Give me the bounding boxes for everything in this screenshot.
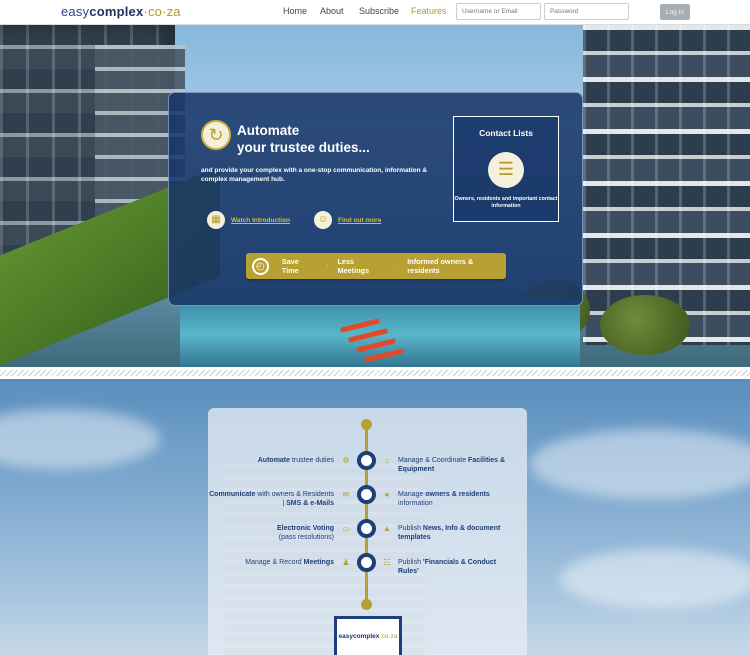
benefit-less-meetings: Less Meetings bbox=[337, 257, 370, 275]
contact-lists-desc: Owners, residents and important contact … bbox=[454, 196, 558, 209]
hero-title-line2: your trustee duties... bbox=[237, 140, 370, 155]
badge-brand: easycomplex bbox=[338, 633, 380, 640]
timeline-node bbox=[357, 451, 376, 470]
feature-automate: Automate trustee duties bbox=[257, 457, 334, 464]
password-input[interactable] bbox=[544, 3, 629, 20]
timeline-node bbox=[357, 553, 376, 572]
feature-owners-info: Manage owners & residents information bbox=[398, 491, 490, 507]
nav-subscribe[interactable]: Subscribe bbox=[359, 6, 399, 16]
hero-subtitle: and provide your complex with a one-stop… bbox=[201, 167, 428, 183]
document-icon: ☷ bbox=[383, 558, 391, 567]
megaphone-icon: ▲ bbox=[383, 524, 391, 533]
mail-icon: ✉ bbox=[342, 490, 350, 499]
person-icon: ☺ bbox=[314, 211, 332, 229]
location-pin-icon: ● bbox=[384, 490, 390, 499]
clock-icon: ◴ bbox=[252, 257, 269, 275]
refresh-icon: ↻ bbox=[201, 120, 231, 150]
brand-badge: easycomplex·co·za bbox=[334, 616, 402, 655]
hero-title: Automate your trustee duties... bbox=[237, 122, 370, 156]
benefit-save-time: Save Time bbox=[281, 257, 299, 275]
contact-lists-card[interactable]: Contact Lists ☰ Owners, residents and im… bbox=[453, 116, 559, 222]
timeline-node bbox=[357, 519, 376, 538]
features-timeline-panel: Automate trustee duties ⚙ Communicate wi… bbox=[208, 408, 527, 655]
feature-news: Publish News, Info & document templates bbox=[398, 525, 501, 541]
badge-suffix: ·co·za bbox=[379, 633, 398, 640]
feature-facilities: Manage & Coordinate Facilities & Equipme… bbox=[398, 457, 506, 473]
login-button[interactable]: Log In bbox=[660, 4, 690, 20]
cloud bbox=[560, 549, 750, 609]
feature-meetings: Manage & Record Meetings bbox=[245, 559, 334, 566]
nav-features[interactable]: Features bbox=[411, 6, 447, 16]
cloud bbox=[530, 429, 750, 499]
gear-icon: ⚙ bbox=[342, 456, 350, 465]
feature-financials: Publish 'Financials & Conduct Rules' bbox=[398, 559, 497, 575]
watch-introduction-label: Watch Introduction bbox=[231, 216, 290, 224]
home-icon: ⌂ bbox=[384, 456, 390, 465]
people-icon: ♟ bbox=[342, 558, 350, 567]
benefits-bar: ◴ Save Time · Less Meetings · Informed o… bbox=[246, 253, 506, 279]
nav-home[interactable]: Home bbox=[283, 6, 307, 16]
find-out-more-label: Find out more bbox=[338, 216, 382, 224]
laptop-icon: ▭ bbox=[342, 524, 350, 533]
timeline-node bbox=[357, 485, 376, 504]
hero-section: ↻ Automate your trustee duties... and pr… bbox=[0, 25, 750, 367]
logo-part-easy: easy bbox=[61, 4, 90, 19]
hero-tree bbox=[600, 295, 690, 355]
site-logo[interactable]: easycomplex·co·za bbox=[61, 4, 181, 19]
timeline-start-dot bbox=[361, 419, 372, 430]
calendar-icon: ▦ bbox=[207, 211, 225, 229]
benefit-informed: Informed owners & residents bbox=[407, 257, 474, 275]
hero-title-line1: Automate bbox=[237, 123, 300, 138]
hero-building-right bbox=[583, 25, 750, 345]
contact-lists-title: Contact Lists bbox=[479, 128, 533, 138]
benefit-separator: · bbox=[395, 262, 399, 270]
hero-panel: ↻ Automate your trustee duties... and pr… bbox=[168, 92, 583, 306]
logo-part-complex: complex bbox=[89, 4, 144, 19]
watch-introduction-link[interactable]: ▦ Watch Introduction bbox=[207, 210, 290, 230]
username-input[interactable] bbox=[456, 3, 541, 20]
top-navbar: easycomplex·co·za Home About Subscribe F… bbox=[0, 0, 750, 25]
benefit-separator: · bbox=[326, 262, 329, 270]
timeline-end-dot bbox=[361, 599, 372, 610]
logo-part-coza: ·co·za bbox=[143, 4, 181, 19]
feature-voting: Electronic Voting (pass resolutions) bbox=[276, 525, 334, 541]
nav-about[interactable]: About bbox=[320, 6, 344, 16]
feature-communicate: Communicate with owners & Residents | SM… bbox=[209, 491, 334, 507]
list-icon: ☰ bbox=[488, 152, 524, 188]
section-divider bbox=[0, 367, 750, 379]
find-out-more-link[interactable]: ☺ Find out more bbox=[314, 210, 381, 230]
cloud bbox=[0, 409, 160, 469]
features-section: Automate trustee duties ⚙ Communicate wi… bbox=[0, 379, 750, 655]
